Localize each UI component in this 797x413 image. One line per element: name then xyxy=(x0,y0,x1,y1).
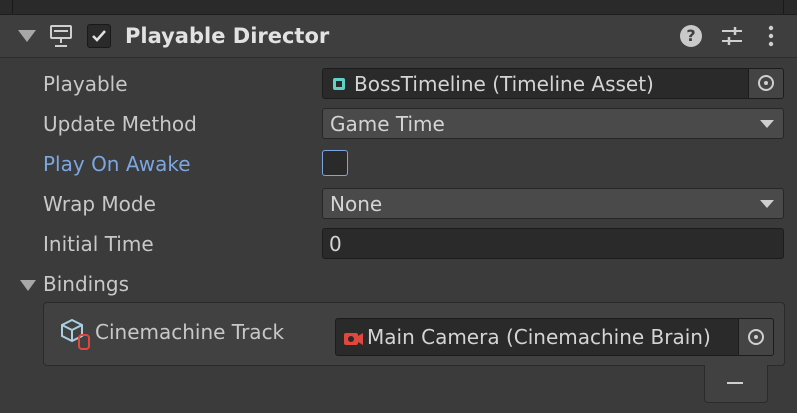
update-method-dropdown[interactable]: Game Time xyxy=(322,108,784,139)
component-header[interactable]: Playable Director ? xyxy=(0,15,797,58)
chevron-down-icon xyxy=(760,120,774,128)
wrap-mode-label: Wrap Mode xyxy=(43,192,156,216)
binding-track-label: Cinemachine Track xyxy=(95,320,285,344)
object-picker-button[interactable] xyxy=(738,319,773,355)
minus-icon xyxy=(727,382,743,384)
component-title: Playable Director xyxy=(125,24,330,48)
top-strip xyxy=(0,0,797,15)
kebab-menu-icon[interactable] xyxy=(765,24,777,48)
update-method-value: Game Time xyxy=(330,112,445,136)
bindings-label: Bindings xyxy=(43,272,129,296)
preset-icon[interactable] xyxy=(720,24,744,48)
object-picker-button[interactable] xyxy=(748,69,783,98)
playable-label: Playable xyxy=(43,72,128,96)
playable-object-field[interactable]: BossTimeline (Timeline Asset) xyxy=(322,68,784,99)
binding-value: Main Camera (Cinemachine Brain) xyxy=(367,325,711,349)
component-enabled-checkbox[interactable] xyxy=(87,24,111,48)
play-on-awake-label: Play On Awake xyxy=(43,152,191,176)
play-on-awake-checkbox[interactable] xyxy=(322,150,348,176)
chevron-down-icon xyxy=(760,200,774,208)
bindings-list: Cinemachine Track Main Camera (Cinemachi… xyxy=(43,302,785,366)
strip-divider xyxy=(783,0,784,14)
help-icon[interactable]: ? xyxy=(680,25,702,47)
update-method-label: Update Method xyxy=(43,112,197,136)
remove-binding-button[interactable] xyxy=(704,365,768,403)
initial-time-label: Initial Time xyxy=(43,232,154,256)
picker-dot xyxy=(764,81,768,85)
picker-dot xyxy=(754,335,758,339)
strip-divider xyxy=(12,0,13,14)
initial-time-input[interactable]: 0 xyxy=(322,228,784,259)
playable-value: BossTimeline (Timeline Asset) xyxy=(354,72,654,96)
timeline-asset-icon xyxy=(333,78,345,90)
wrap-mode-value: None xyxy=(330,192,383,216)
foldout-triangle-icon[interactable] xyxy=(18,30,36,42)
cinemachine-brain-icon xyxy=(344,333,363,345)
cinemachine-track-icon xyxy=(61,318,90,350)
wrap-mode-dropdown[interactable]: None xyxy=(322,188,784,219)
checkmark-icon xyxy=(92,30,106,42)
bindings-foldout-icon[interactable] xyxy=(20,280,36,291)
playable-director-icon xyxy=(50,25,72,47)
initial-time-value: 0 xyxy=(329,232,342,256)
binding-object-field[interactable]: Main Camera (Cinemachine Brain) xyxy=(335,318,774,356)
